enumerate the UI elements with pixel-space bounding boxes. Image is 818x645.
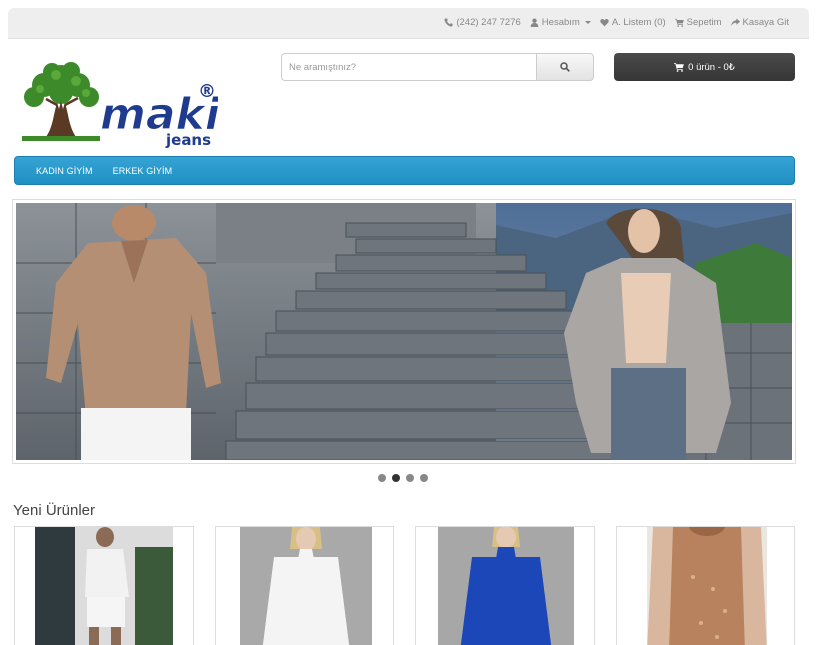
product-image	[646, 527, 767, 645]
cart-button[interactable]: 0 ürün - 0₺	[614, 53, 795, 81]
section-title-new-products: Yeni Ürünler	[13, 502, 95, 519]
cart-total: 0 ürün - 0₺	[688, 61, 735, 73]
caret-down-icon	[584, 21, 591, 24]
slider-dots	[378, 474, 428, 482]
account-label: Hesabım	[541, 17, 580, 28]
product-card[interactable]	[615, 526, 795, 645]
slider-dot-1[interactable]	[378, 474, 386, 482]
checkout-link[interactable]: Kasaya Git	[730, 17, 789, 28]
user-icon	[530, 18, 539, 27]
cart-icon	[674, 18, 684, 27]
product-grid	[14, 526, 795, 645]
heart-icon	[600, 18, 609, 27]
slider-dot-2[interactable]	[392, 474, 400, 482]
phone-link[interactable]: (242) 247 7276	[444, 17, 521, 28]
phone-icon	[444, 18, 453, 27]
cart-icon	[674, 63, 684, 72]
hero-slide-image	[16, 203, 792, 460]
logo-sub-text: jeans	[165, 131, 211, 149]
share-arrow-icon	[730, 18, 740, 27]
product-card[interactable]	[415, 526, 595, 645]
main-menu: KADIN GİYİM ERKEK GİYİM	[14, 156, 795, 185]
slider-dot-4[interactable]	[420, 474, 428, 482]
account-dropdown[interactable]: Hesabım	[530, 17, 591, 28]
wishlist-label: A. Listem (0)	[611, 17, 666, 28]
menu-item-men[interactable]: ERKEK GİYİM	[103, 166, 183, 176]
logo-tree-icon: maki jeans ®	[22, 62, 221, 149]
checkout-label: Kasaya Git	[742, 17, 789, 28]
product-image	[438, 527, 574, 645]
product-card[interactable]	[14, 526, 194, 645]
product-image	[239, 527, 372, 645]
site-logo[interactable]: maki jeans ®	[16, 57, 221, 149]
search-button[interactable]	[537, 53, 594, 81]
top-bar: (242) 247 7276 Hesabım A. Listem (0) Sep…	[8, 8, 809, 39]
search-icon	[560, 62, 570, 72]
phone-number: (242) 247 7276	[456, 17, 521, 28]
product-image	[35, 527, 173, 645]
hero-slider[interactable]	[12, 199, 796, 464]
search-bar	[281, 53, 594, 81]
search-input[interactable]	[281, 53, 537, 81]
menu-item-women[interactable]: KADIN GİYİM	[26, 166, 103, 176]
top-links: (242) 247 7276 Hesabım A. Listem (0) Sep…	[444, 17, 789, 28]
cart-label: Sepetim	[686, 17, 722, 28]
product-card[interactable]	[214, 526, 394, 645]
logo-registered-mark: ®	[198, 81, 216, 102]
cart-link[interactable]: Sepetim	[674, 17, 722, 28]
slider-dot-3[interactable]	[406, 474, 414, 482]
wishlist-link[interactable]: A. Listem (0)	[600, 17, 666, 28]
